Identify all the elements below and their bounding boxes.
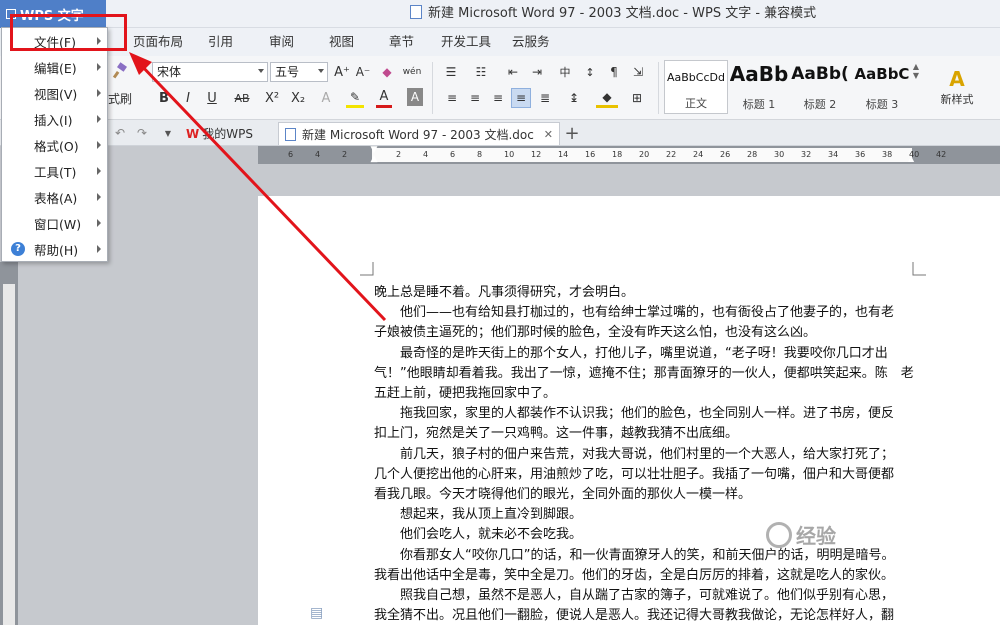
annotation-arrow (129, 52, 387, 322)
